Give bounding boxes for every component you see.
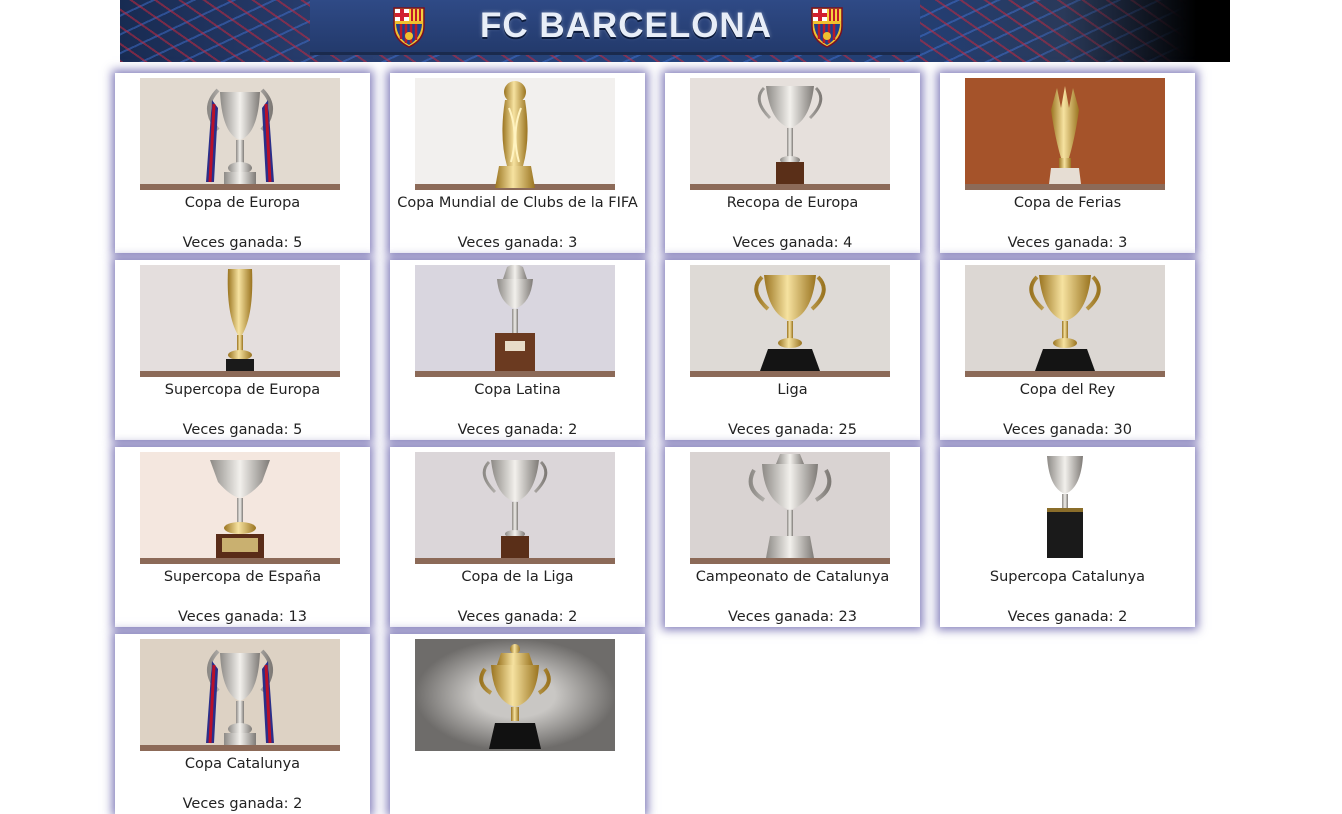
trophy-name: Campeonato de Catalunya <box>695 569 890 585</box>
trophy-card: Copa de Ferias Veces ganada: 3 <box>940 73 1195 253</box>
trophy-count: Veces ganada: 25 <box>728 422 857 438</box>
trophy-count: Veces ganada: 5 <box>182 422 303 438</box>
trophy-count: Veces ganada: 5 <box>182 235 303 251</box>
trophy-name: Copa Catalunya <box>184 756 301 772</box>
trophy-card <box>390 634 645 814</box>
trophy-name: Copa del Rey <box>1019 382 1116 398</box>
trophy-image <box>140 265 340 377</box>
trophy-card: Campeonato de Catalunya Veces ganada: 23 <box>665 447 920 627</box>
trophy-name: Copa de la Liga <box>461 569 574 585</box>
trophy-count: Veces ganada: 4 <box>732 235 853 251</box>
trophy-image <box>415 265 615 377</box>
trophy-card: Copa Catalunya Veces ganada: 2 <box>115 634 370 814</box>
trophy-image <box>965 265 1165 377</box>
trophy-card: Supercopa de España Veces ganada: 13 <box>115 447 370 627</box>
trophy-name: Copa de Ferias <box>1013 195 1122 211</box>
trophy-image <box>415 639 615 751</box>
trophy-image <box>965 78 1165 190</box>
trophy-count: Veces ganada: 2 <box>457 422 578 438</box>
trophy-card: Copa de Europa Veces ganada: 5 <box>115 73 370 253</box>
trophy-count: Veces ganada: 3 <box>1007 235 1128 251</box>
trophy-image <box>140 78 340 190</box>
trophy-name: Recopa de Europa <box>726 195 859 211</box>
trophy-grid: Copa de Europa Veces ganada: 5 Copa Mundia… <box>0 0 1342 814</box>
trophy-image <box>690 78 890 190</box>
trophy-count: Veces ganada: 2 <box>1007 609 1128 625</box>
trophy-image <box>415 452 615 564</box>
trophy-count: Veces ganada: 30 <box>1003 422 1132 438</box>
trophy-image <box>140 639 340 751</box>
trophy-card: Supercopa de Europa Veces ganada: 5 <box>115 260 370 440</box>
trophy-name: Supercopa de Europa <box>164 382 321 398</box>
trophy-card: Supercopa Catalunya Veces ganada: 2 <box>940 447 1195 627</box>
trophy-count: Veces ganada: 13 <box>178 609 307 625</box>
trophy-name: Copa de Europa <box>184 195 301 211</box>
trophy-name: Supercopa de España <box>163 569 322 585</box>
trophy-name: Copa Mundial de Clubs de la FIFA <box>397 195 638 211</box>
trophy-card: Copa Latina Veces ganada: 2 <box>390 260 645 440</box>
trophy-image <box>690 452 890 564</box>
trophy-count: Veces ganada: 2 <box>457 609 578 625</box>
trophy-count: Veces ganada: 23 <box>728 609 857 625</box>
trophy-image <box>415 78 615 190</box>
trophy-card: Copa Mundial de Clubs de la FIFA Veces ga… <box>390 73 645 253</box>
trophy-name: Copa Latina <box>474 382 561 398</box>
trophy-card: Recopa de Europa Veces ganada: 4 <box>665 73 920 253</box>
trophy-image <box>965 452 1165 564</box>
trophy-card: Copa del Rey Veces ganada: 30 <box>940 260 1195 440</box>
trophy-image <box>690 265 890 377</box>
trophy-count: Veces ganada: 2 <box>182 796 303 812</box>
trophy-card: Liga Veces ganada: 25 <box>665 260 920 440</box>
trophy-count: Veces ganada: 3 <box>457 235 578 251</box>
trophy-name: Liga <box>777 382 808 398</box>
trophy-image <box>140 452 340 564</box>
trophy-card: Copa de la Liga Veces ganada: 2 <box>390 447 645 627</box>
trophy-name: Supercopa Catalunya <box>989 569 1146 585</box>
